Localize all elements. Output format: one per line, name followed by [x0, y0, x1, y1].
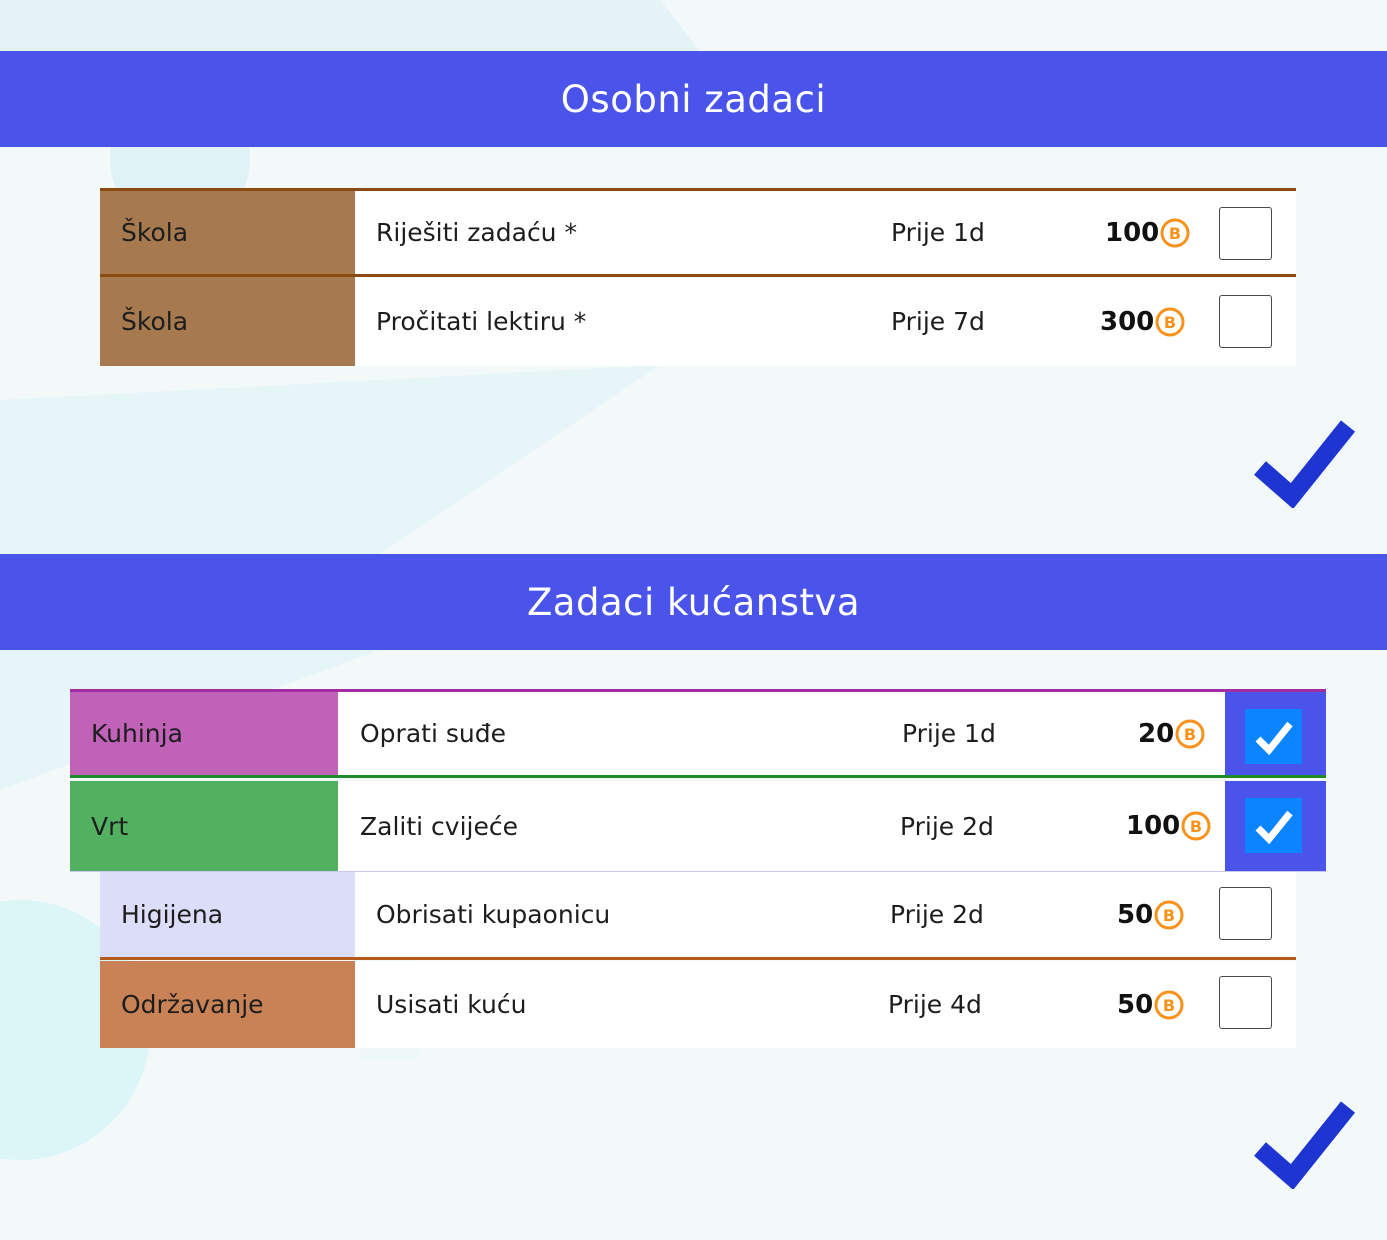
check-icon	[1255, 721, 1293, 755]
coin-icon: B	[1155, 307, 1185, 336]
task-body: Riješiti zadaću * Prije 1d 100 B	[355, 191, 1296, 274]
task-points: 50 B	[1117, 961, 1184, 1048]
category-label: Vrt	[91, 811, 129, 841]
task-points: 100 B	[1126, 781, 1211, 871]
task-row: Higijena Obrisati kupaonicu Prije 2d 50 …	[100, 872, 1296, 960]
household-tasks-header: Zadaci kućanstva	[0, 554, 1387, 650]
task-row: Škola Pročitati lektiru * Prije 7d 300 B	[100, 277, 1296, 366]
task-name: Usisati kuću	[376, 990, 527, 1019]
task-points: 20 B	[1138, 692, 1205, 775]
task-checkbox-checked[interactable]	[1225, 692, 1326, 775]
task-deadline: Prije 7d	[891, 307, 985, 336]
coin-icon: B	[1154, 900, 1184, 929]
points-value: 20	[1138, 718, 1175, 749]
checkmark-icon[interactable]	[1252, 1097, 1356, 1189]
category-label: Higijena	[121, 900, 224, 929]
svg-text:B: B	[1169, 224, 1181, 243]
points-value: 100	[1126, 811, 1181, 841]
checked-box	[1245, 709, 1302, 764]
category-label: Održavanje	[121, 990, 264, 1019]
task-deadline: Prije 4d	[888, 990, 982, 1019]
points-value: 300	[1100, 306, 1155, 337]
points-value: 50	[1117, 989, 1154, 1020]
task-name: Riješiti zadaću *	[376, 218, 577, 247]
coin-icon: B	[1175, 719, 1205, 748]
task-points: 50 B	[1117, 872, 1184, 957]
task-checkbox[interactable]	[1219, 887, 1272, 940]
task-body: Oprati suđe Prije 1d 20 B	[338, 692, 1326, 775]
task-row: Škola Riješiti zadaću * Prije 1d 100 B	[100, 188, 1296, 277]
task-body: Obrisati kupaonicu Prije 2d 50 B	[355, 872, 1296, 957]
task-category: Kuhinja	[70, 692, 338, 775]
svg-text:B: B	[1163, 996, 1175, 1015]
svg-text:B: B	[1163, 906, 1175, 925]
task-points: 300 B	[1100, 277, 1185, 366]
task-checkbox[interactable]	[1219, 976, 1272, 1029]
checkmark-icon[interactable]	[1252, 416, 1356, 508]
task-row: Kuhinja Oprati suđe Prije 1d 20 B	[70, 689, 1326, 778]
task-deadline: Prije 1d	[902, 719, 996, 748]
task-body: Pročitati lektiru * Prije 7d 300 B	[355, 277, 1296, 366]
category-label: Kuhinja	[91, 719, 183, 748]
coin-icon: B	[1160, 218, 1190, 247]
task-name: Zaliti cvijeće	[360, 811, 518, 841]
task-points: 100 B	[1105, 191, 1190, 274]
task-row: Vrt Zaliti cvijeće Prije 2d 100 B	[70, 781, 1326, 872]
personal-tasks-header: Osobni zadaci	[0, 51, 1387, 147]
check-icon	[1255, 810, 1293, 844]
points-value: 50	[1117, 899, 1154, 930]
coin-icon: B	[1181, 811, 1211, 841]
category-label: Škola	[121, 307, 189, 336]
task-name: Oprati suđe	[360, 719, 506, 748]
svg-text:B: B	[1184, 725, 1196, 744]
task-category: Održavanje	[100, 961, 355, 1048]
category-label: Škola	[121, 218, 189, 247]
task-checkbox[interactable]	[1219, 207, 1272, 260]
task-deadline: Prije 2d	[900, 811, 994, 841]
task-checkbox[interactable]	[1219, 295, 1272, 348]
task-deadline: Prije 2d	[890, 900, 984, 929]
task-category: Škola	[100, 277, 355, 366]
task-checkbox-checked[interactable]	[1225, 781, 1326, 871]
task-name: Pročitati lektiru *	[376, 307, 587, 336]
coin-icon: B	[1154, 990, 1184, 1019]
task-row: Održavanje Usisati kuću Prije 4d 50 B	[100, 961, 1296, 1048]
task-body: Zaliti cvijeće Prije 2d 100 B	[338, 781, 1326, 871]
task-name: Obrisati kupaonicu	[376, 900, 611, 929]
task-category: Vrt	[70, 781, 338, 871]
checked-box	[1245, 798, 1302, 853]
points-value: 100	[1105, 217, 1160, 248]
task-deadline: Prije 1d	[891, 218, 985, 247]
task-category: Škola	[100, 191, 355, 274]
section-title: Zadaci kućanstva	[526, 580, 861, 624]
task-category: Higijena	[100, 872, 355, 957]
section-title: Osobni zadaci	[560, 77, 827, 121]
svg-text:B: B	[1190, 817, 1202, 836]
task-body: Usisati kuću Prije 4d 50 B	[355, 961, 1296, 1048]
svg-text:B: B	[1164, 313, 1176, 332]
